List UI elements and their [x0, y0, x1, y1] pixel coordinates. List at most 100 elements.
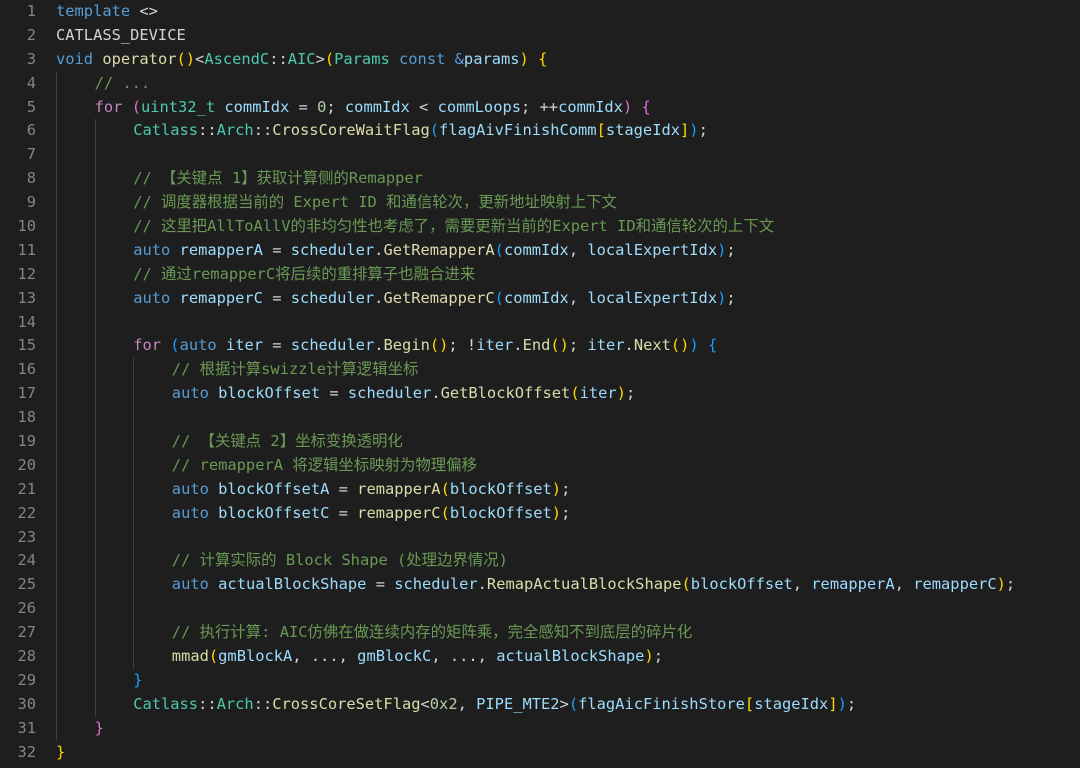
- code-line[interactable]: 15 for (auto iter = scheduler.Begin(); !i…: [0, 334, 1080, 359]
- code-line[interactable]: 9 // 调度器根据当前的 Expert ID 和通信轮次，更新地址映射上下文: [0, 191, 1080, 216]
- code-line[interactable]: 11 auto remapperA = scheduler.GetRemapper…: [0, 238, 1080, 263]
- indent-guide: [56, 549, 57, 574]
- code-token: ,: [457, 694, 477, 713]
- code-token: flagAivFinishComm: [439, 121, 597, 140]
- indent-guide: [94, 597, 96, 622]
- line-number: 11: [17, 240, 36, 259]
- code-token: Catlass: [133, 694, 199, 713]
- indent-guide: [94, 334, 96, 359]
- code-token: auto: [171, 575, 209, 594]
- line-number: 5: [26, 97, 36, 116]
- line-number: 7: [26, 145, 36, 164]
- code-token: >: [559, 694, 569, 713]
- code-token: [: [744, 694, 755, 713]
- indent-guide: [56, 191, 57, 216]
- code-text: // 计算实际的 Block Shape (处理边界情况): [172, 549, 508, 573]
- indent-guide: [56, 692, 57, 717]
- code-line[interactable]: 14: [0, 310, 1080, 335]
- code-line[interactable]: 4 // ...: [0, 71, 1080, 96]
- indent-guide: [56, 286, 57, 311]
- code-token: >: [315, 49, 325, 68]
- indent-guide: [94, 167, 96, 192]
- code-line[interactable]: 27 // 执行计算: AIC仿佛在做连续内存的矩阵乘，完全感知不到底层的碎片化: [0, 621, 1080, 646]
- code-line[interactable]: 6 Catlass::Arch::CrossCoreWaitFlag(flagAi…: [0, 119, 1080, 144]
- code-line[interactable]: 19 // 【关键点 2】坐标变换透明化: [0, 430, 1080, 454]
- code-token: {: [708, 336, 718, 355]
- line-number: 30: [17, 694, 36, 713]
- code-token: mmad: [171, 647, 209, 666]
- line-number: 27: [17, 623, 36, 642]
- code-token: const: [399, 49, 446, 68]
- code-line[interactable]: 1 template <>: [0, 0, 1080, 24]
- code-line[interactable]: 2 CATLASS_DEVICE: [0, 24, 1080, 48]
- code-line[interactable]: 29}: [0, 668, 1080, 693]
- code-token: remapperA: [357, 479, 441, 498]
- line-number: 20: [17, 455, 36, 474]
- indent-guide: [94, 525, 96, 550]
- indent-guide: [56, 645, 57, 669]
- code-line[interactable]: 31}: [0, 716, 1080, 741]
- indent-guide: [133, 597, 135, 622]
- code-line[interactable]: 3 void operator()<AscendC::AIC>(Params co…: [0, 48, 1080, 72]
- indent-guide: [56, 382, 57, 407]
- code-token: ,: [894, 575, 914, 594]
- code-token: // remapperA 将逻辑坐标映射为物理偏移: [171, 455, 477, 474]
- code-line[interactable]: 7: [0, 143, 1080, 168]
- code-line[interactable]: 25 auto actualBlockShape = scheduler.Rema…: [0, 573, 1080, 598]
- code-line[interactable]: 12 // 通过remapperC将后续的重排算子也融合进来: [0, 262, 1080, 287]
- code-line[interactable]: 10 // 这里把AllToAllV的非均匀性也考虑了，需要更新当前的Expert…: [0, 215, 1080, 239]
- code-token: 0: [317, 97, 327, 116]
- indent-guide: [133, 645, 135, 669]
- indent-guide: [94, 645, 96, 669]
- code-token: commIdx: [344, 97, 410, 116]
- code-line[interactable]: 30 Catlass::Arch::CrossCoreSetFlag<0x2, P…: [0, 692, 1080, 717]
- code-text: // 调度器根据当前的 Expert ID 和通信轮次，更新地址映射上下文: [133, 191, 617, 215]
- indent-guide: [94, 668, 96, 693]
- code-token: .: [477, 575, 487, 594]
- code-token: 0x2: [429, 694, 458, 713]
- line-number: 13: [17, 288, 36, 307]
- code-line[interactable]: 13 auto remapperC = scheduler.GetRemapper…: [0, 286, 1080, 311]
- code-token: ::: [269, 49, 288, 68]
- code-line[interactable]: 28 mmad(gmBlockA, ..., gmBlockC, ..., act…: [0, 645, 1080, 669]
- code-text: // 【关键点 1】获取计算侧的Remapper: [133, 167, 423, 191]
- code-line[interactable]: 5 for (uint32_t commIdx = 0; commIdx < co…: [0, 95, 1080, 120]
- code-text: auto remapperA = scheduler.GetRemapperA(…: [133, 239, 735, 263]
- indent-guide: [94, 119, 96, 144]
- code-line[interactable]: 18: [0, 406, 1080, 431]
- indent-guide: [94, 310, 96, 335]
- code-token: commIdx: [503, 288, 569, 307]
- indent-guide: [94, 382, 96, 407]
- code-line[interactable]: 23: [0, 525, 1080, 550]
- code-token: ::: [198, 121, 217, 140]
- code-line[interactable]: 22 auto blockOffsetC = remapperC(blockOff…: [0, 501, 1080, 526]
- code-token: <: [409, 97, 438, 116]
- indent-guide: [94, 406, 96, 431]
- code-line[interactable]: 26: [0, 597, 1080, 622]
- code-token: ): [551, 503, 562, 522]
- code-token: {: [538, 49, 548, 68]
- code-token: (: [494, 288, 504, 307]
- code-token: ;: [568, 336, 588, 355]
- code-line[interactable]: 20 // remapperA 将逻辑坐标映射为物理偏移: [0, 453, 1080, 478]
- line-number: 16: [17, 360, 36, 379]
- code-token: // 计算实际的 Block Shape (处理边界情况): [171, 551, 508, 570]
- code-editor[interactable]: 1 template <> 2 CATLASS_DEVICE 3 void operato…: [0, 0, 1080, 768]
- indent-guide: [56, 215, 57, 239]
- code-token: GetRemapperA: [383, 240, 495, 259]
- indent-guide: [56, 71, 57, 96]
- line-number: 18: [17, 408, 36, 427]
- indent-guide: [133, 573, 135, 598]
- code-line[interactable]: 8 // 【关键点 1】获取计算侧的Remapper: [0, 167, 1080, 192]
- code-line[interactable]: 21 auto blockOffsetA = remapperA(blockOff…: [0, 477, 1080, 502]
- code-line[interactable]: 24 // 计算实际的 Block Shape (处理边界情况): [0, 549, 1080, 574]
- code-token: ;: [625, 384, 636, 403]
- code-line[interactable]: 16 // 根据计算swizzle计算逻辑坐标: [0, 358, 1080, 383]
- code-line[interactable]: 17 auto blockOffset = scheduler.GetBlockO…: [0, 382, 1080, 407]
- code-line[interactable]: 32}: [0, 741, 1080, 765]
- line-number: 2: [26, 25, 36, 44]
- code-token: scheduler: [394, 575, 478, 594]
